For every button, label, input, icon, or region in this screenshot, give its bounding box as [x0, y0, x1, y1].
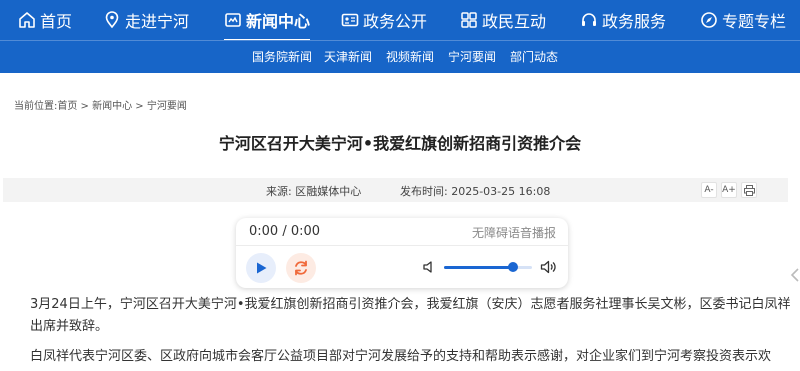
article-paragraph: 3月24日上午，宁河区召开大美宁河•我爱红旗创新招商引资推介会，我爱红旗（安庆）… — [30, 297, 791, 334]
compass-icon — [700, 11, 718, 29]
print-button[interactable] — [741, 182, 757, 198]
nav-label: 新闻中心 — [246, 12, 311, 31]
volume-slider[interactable] — [444, 262, 532, 272]
breadcrumb-prefix: 当前位置: — [14, 101, 58, 112]
subnav-item[interactable]: 天津新闻 — [324, 41, 372, 73]
side-arrow-icon[interactable] — [789, 268, 800, 282]
nav-about[interactable]: 走进宁河 — [103, 0, 189, 40]
subnav-item[interactable]: 宁河要闻 — [448, 41, 496, 73]
play-button[interactable] — [246, 253, 276, 283]
top-nav: 首页 走进宁河 新闻中心 政务公开 政民互动 政务服务 专题专栏 — [0, 0, 800, 42]
nav-services[interactable]: 政务服务 — [580, 0, 666, 40]
play-icon — [257, 262, 267, 274]
nav-label: 政务公开 — [363, 12, 428, 31]
breadcrumb: 当前位置:首页 > 新闻中心 > 宁河要闻 — [14, 97, 187, 112]
article-title: 宁河区召开大美宁河•我爱红旗创新招商引资推介会 — [218, 134, 582, 153]
breadcrumb-separator: > — [77, 101, 93, 112]
nav-label: 专题专栏 — [722, 12, 787, 31]
breadcrumb-current[interactable]: 宁河要闻 — [147, 101, 187, 112]
nav-home[interactable]: 首页 — [18, 0, 72, 40]
player-divider — [236, 245, 568, 246]
volume-slider-handle[interactable] — [507, 262, 518, 272]
nav-label: 首页 — [40, 12, 73, 31]
print-icon — [743, 184, 755, 196]
breadcrumb-news[interactable]: 新闻中心 — [92, 101, 132, 112]
nav-label: 政民互动 — [482, 12, 547, 31]
news-icon — [224, 11, 242, 29]
breadcrumb-home[interactable]: 首页 — [57, 101, 77, 112]
article-paragraph: 白凤祥代表宁河区委、区政府向城市会客厅公益项目部对宁河发展给予的支持和帮助表示感… — [30, 349, 772, 364]
breadcrumb-separator: > — [132, 101, 147, 112]
subnav-item[interactable]: 视频新闻 — [386, 41, 434, 73]
nav-label: 走进宁河 — [125, 12, 190, 31]
interaction-icon — [460, 11, 478, 29]
subnav-item[interactable]: 国务院新闻 — [252, 41, 312, 73]
nav-government[interactable]: 政务公开 — [341, 0, 427, 40]
nav-news[interactable]: 新闻中心 — [224, 0, 311, 42]
id-card-icon — [341, 11, 359, 29]
nav-interaction[interactable]: 政民互动 — [460, 0, 546, 40]
home-icon — [18, 11, 36, 29]
article-meta-bar: 来源: 区融媒体中心 发布时间: 2025-03-25 16:08 A- A+ — [3, 178, 788, 202]
font-larger-button[interactable]: A+ — [721, 182, 737, 198]
sub-nav: 国务院新闻 天津新闻 视频新闻 宁河要闻 部门动态 — [0, 40, 800, 73]
volume-slider-fill — [444, 266, 513, 269]
player-time: 0:00 / 0:00 — [249, 224, 321, 239]
audio-player: 0:00 / 0:00 无障碍语音播报 — [236, 218, 568, 288]
headset-icon — [580, 11, 598, 29]
volume-high-icon[interactable] — [540, 259, 556, 275]
font-smaller-button[interactable]: A- — [701, 182, 717, 198]
loop-button[interactable] — [286, 253, 316, 283]
location-icon — [103, 11, 121, 29]
nav-label: 政务服务 — [602, 12, 667, 31]
nav-topics[interactable]: 专题专栏 — [700, 0, 786, 40]
subnav-item[interactable]: 部门动态 — [510, 41, 558, 73]
article-publish-time: 发布时间: 2025-03-25 16:08 — [400, 185, 551, 198]
volume-low-icon[interactable] — [422, 260, 436, 274]
article-source: 来源: 区融媒体中心 — [266, 185, 362, 198]
loop-icon — [295, 260, 307, 276]
player-hint: 无障碍语音播报 — [471, 226, 556, 240]
